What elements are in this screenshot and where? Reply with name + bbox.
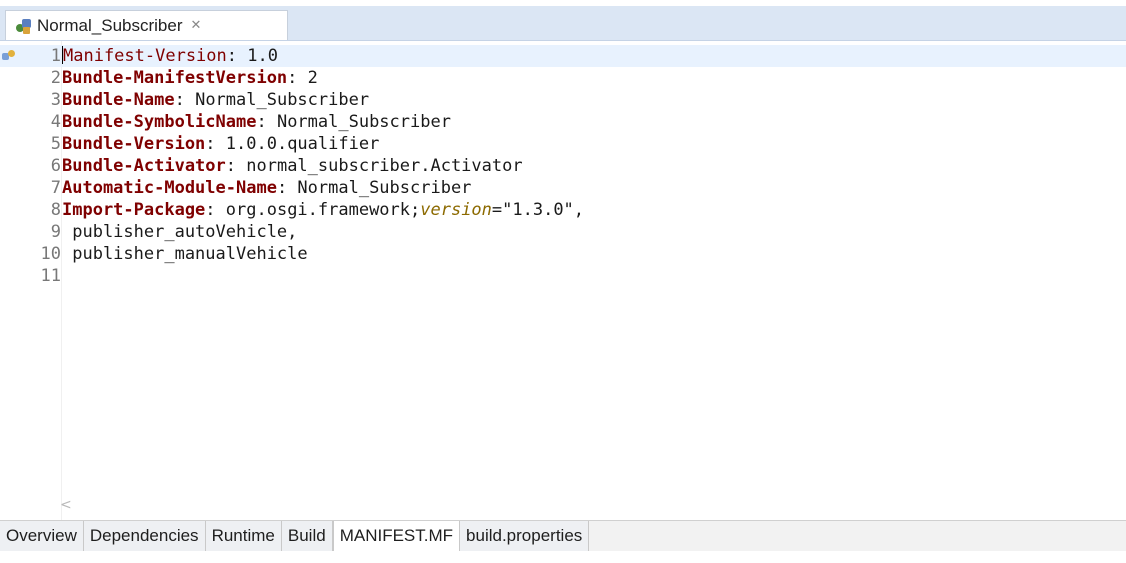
separator: : [205, 200, 226, 220]
manifest-header-value: org.osgi.framework; [225, 200, 421, 220]
separator: : [256, 112, 277, 132]
close-icon[interactable]: ✕ [191, 18, 202, 33]
line-number: 8 [50, 200, 61, 220]
tab-runtime[interactable]: Runtime [205, 521, 282, 551]
tab-manifest-mf[interactable]: MANIFEST.MF [332, 521, 461, 551]
manifest-header-key: Manifest-Version [63, 46, 227, 66]
separator: : [287, 68, 308, 88]
manifest-header-value: 1.0 [247, 46, 278, 66]
manifest-header-value: Normal_Subscriber [297, 178, 472, 198]
editor-tab-normal-subscriber[interactable]: Normal_Subscriber ✕ [5, 10, 288, 40]
line-number: 1 [50, 46, 61, 66]
code-line-5[interactable]: 5 Bundle-Version: 1.0.0.qualifier [0, 133, 1126, 155]
line-number: 11 [40, 266, 61, 286]
code-line-7[interactable]: 7 Automatic-Module-Name: Normal_Subscrib… [0, 177, 1126, 199]
manifest-header-value: Normal_Subscriber [195, 90, 370, 110]
code-line-4[interactable]: 4 Bundle-SymbolicName: Normal_Subscriber [0, 111, 1126, 133]
line-number: 6 [50, 156, 61, 176]
manifest-header-key: Bundle-Version [62, 134, 206, 154]
line-number: 3 [50, 90, 61, 110]
line-number: 2 [50, 68, 61, 88]
scroll-left-icon[interactable]: < [60, 497, 72, 513]
line-number: 5 [50, 134, 61, 154]
code-line-8[interactable]: 8 Import-Package: org.osgi.framework;ver… [0, 199, 1126, 221]
tab-build-properties[interactable]: build.properties [460, 521, 590, 551]
editor-tab-bar: Normal_Subscriber ✕ [0, 6, 1126, 41]
tab-overview[interactable]: Overview [0, 521, 84, 551]
line-number: 4 [50, 112, 61, 132]
plugin-manifest-icon [14, 17, 32, 35]
code-line-11[interactable]: 11 [0, 265, 1126, 287]
manifest-header-value: Normal_Subscriber [276, 112, 451, 132]
manifest-header-value: 2 [307, 68, 318, 88]
manifest-attribute-name: version [420, 200, 492, 220]
line-number: 7 [50, 178, 61, 198]
manifest-header-key: Bundle-Activator [62, 156, 226, 176]
line-number: 10 [40, 244, 61, 264]
continuation-value: publisher_manualVehicle [62, 244, 308, 264]
code-line-6[interactable]: 6 Bundle-Activator: normal_subscriber.Ac… [0, 155, 1126, 177]
manifest-header-value: normal_subscriber.Activator [246, 156, 523, 176]
manifest-header-key: Bundle-SymbolicName [62, 112, 257, 132]
line-number: 9 [50, 222, 61, 242]
separator: : [276, 178, 298, 198]
quick-assist-icon[interactable] [2, 49, 16, 63]
code-line-1[interactable]: 1 Manifest-Version: 1.0 [0, 45, 1126, 67]
continuation-value: publisher_autoVehicle, [62, 222, 298, 242]
tab-build[interactable]: Build [281, 521, 333, 551]
manifest-header-key: Bundle-ManifestVersion [62, 68, 288, 88]
separator: : [174, 90, 196, 110]
manifest-text-editor[interactable]: 1 Manifest-Version: 1.0 2 Bundle-Manifes… [0, 41, 1126, 520]
manifest-header-key: Import-Package [62, 200, 206, 220]
manifest-header-value: 1.0.0.qualifier [225, 134, 380, 154]
separator: : [205, 134, 226, 154]
code-line-9[interactable]: 9 publisher_autoVehicle, [0, 221, 1126, 243]
manifest-attribute-value: ="1.3.0", [491, 200, 585, 220]
editor-tab-title: Normal_Subscriber [37, 15, 183, 35]
separator: : [226, 46, 248, 66]
separator: : [225, 156, 247, 176]
manifest-editor-page-tabs: Overview Dependencies Runtime Build MANI… [0, 520, 1126, 551]
manifest-header-key: Bundle-Name [62, 90, 175, 110]
manifest-header-key: Automatic-Module-Name [62, 178, 277, 198]
code-line-3[interactable]: 3 Bundle-Name: Normal_Subscriber [0, 89, 1126, 111]
code-line-10[interactable]: 10 publisher_manualVehicle [0, 243, 1126, 265]
code-line-2[interactable]: 2 Bundle-ManifestVersion: 2 [0, 67, 1126, 89]
tab-dependencies[interactable]: Dependencies [83, 521, 206, 551]
